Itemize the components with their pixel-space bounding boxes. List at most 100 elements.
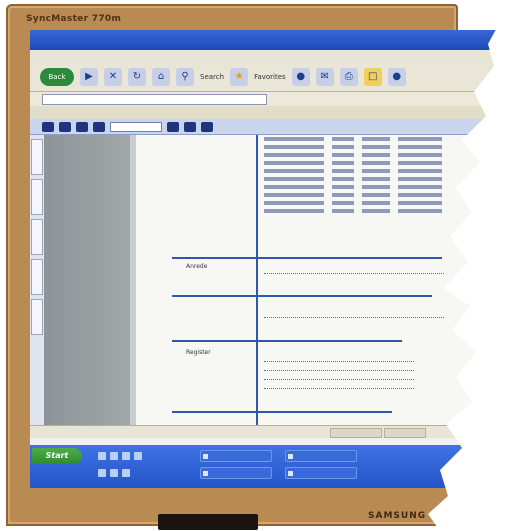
document-content: Anrede Register [136, 135, 500, 425]
section-label: Anrede [186, 263, 208, 270]
cell-text-placeholder [332, 209, 354, 213]
quicklaunch-icon[interactable] [110, 469, 118, 477]
quicklaunch-icon[interactable] [122, 469, 130, 477]
cell-text-placeholder [398, 169, 442, 173]
table-cell [328, 167, 358, 175]
section-label: Register [186, 349, 211, 356]
table-row[interactable] [260, 167, 446, 175]
table-cell [328, 191, 358, 199]
table-cell [394, 183, 446, 191]
quicklaunch-icon[interactable] [122, 452, 130, 460]
table-row[interactable] [260, 151, 446, 159]
table-cell [394, 159, 446, 167]
bezel-control-panel [158, 514, 258, 530]
address-input[interactable] [42, 93, 267, 105]
home-icon[interactable]: ⌂ [152, 67, 170, 86]
field-block [264, 349, 464, 403]
side-tab[interactable] [31, 139, 43, 175]
messenger-icon[interactable]: ● [387, 67, 406, 86]
monitor-brand: SyncMaster 770m [26, 14, 122, 24]
app-toolbar-button[interactable] [76, 121, 88, 132]
app-toolbar-button[interactable] [184, 121, 196, 132]
table-cell [260, 191, 328, 199]
table-cell [328, 207, 358, 215]
table-cell [358, 143, 394, 151]
table-cell [328, 183, 358, 191]
table-cell [260, 135, 328, 143]
side-tab[interactable] [31, 259, 43, 295]
index-table [260, 135, 446, 215]
quicklaunch-icon[interactable] [98, 452, 106, 460]
cell-text-placeholder [362, 169, 390, 173]
table-cell [260, 183, 328, 191]
cell-text-placeholder [398, 209, 442, 213]
search-label[interactable]: Search [200, 73, 224, 81]
favorites-label[interactable]: Favorites [254, 73, 286, 81]
app-toolbar-button[interactable] [167, 121, 179, 132]
quicklaunch-icon[interactable] [98, 469, 106, 477]
cell-text-placeholder [362, 209, 390, 213]
forward-icon[interactable]: ▶ [80, 67, 98, 86]
table-cell [260, 159, 328, 167]
side-tab[interactable] [31, 179, 43, 215]
zoom-select[interactable] [110, 121, 162, 132]
table-row[interactable] [260, 183, 446, 191]
back-button[interactable]: Back [40, 67, 74, 86]
cell-text-placeholder [264, 169, 324, 173]
app-toolbar-button[interactable] [201, 121, 213, 132]
table-cell [394, 191, 446, 199]
quicklaunch-icon[interactable] [134, 452, 142, 460]
cell-text-placeholder [362, 201, 390, 205]
address-bar [30, 92, 500, 106]
side-tabs [30, 135, 45, 425]
links-bar [30, 106, 500, 119]
folder-icon[interactable]: □ [363, 67, 382, 86]
cell-text-placeholder [264, 137, 324, 141]
start-button[interactable]: Start [32, 448, 82, 464]
print-icon[interactable]: ⎙ [339, 67, 358, 86]
table-row[interactable] [260, 207, 446, 215]
window-titlebar [30, 30, 500, 50]
table-cell [328, 175, 358, 183]
cell-text-placeholder [332, 137, 354, 141]
stop-icon[interactable]: ✕ [104, 67, 122, 86]
cell-text-placeholder [332, 201, 354, 205]
refresh-icon[interactable]: ↻ [128, 67, 146, 86]
favorites-icon[interactable]: ★ [230, 67, 249, 86]
taskbar-button[interactable] [200, 467, 272, 479]
taskbar-button[interactable] [200, 450, 272, 462]
table-row[interactable] [260, 175, 446, 183]
table-cell [328, 143, 358, 151]
app-toolbar-button[interactable] [59, 121, 71, 132]
cell-text-placeholder [264, 145, 324, 149]
table-row[interactable] [260, 135, 446, 143]
cell-text-placeholder [264, 209, 324, 213]
cell-text-placeholder [332, 193, 354, 197]
table-row[interactable] [260, 143, 446, 151]
status-field [330, 428, 382, 438]
cell-text-placeholder [398, 177, 442, 181]
table-row[interactable] [260, 199, 446, 207]
table-cell [394, 175, 446, 183]
table-cell [394, 151, 446, 159]
search-icon[interactable]: ⚲ [176, 67, 194, 86]
taskbar-button[interactable] [285, 467, 357, 479]
quicklaunch-icon[interactable] [110, 452, 118, 460]
navigation-panel[interactable] [44, 135, 137, 425]
side-tab[interactable] [31, 219, 43, 255]
table-row[interactable] [260, 191, 446, 199]
side-tab[interactable] [31, 299, 43, 335]
cell-text-placeholder [332, 169, 354, 173]
media-icon[interactable]: ● [291, 67, 310, 86]
mail-icon[interactable]: ✉ [315, 67, 334, 86]
taskbar-button[interactable] [285, 450, 357, 462]
table-cell [358, 151, 394, 159]
table-row[interactable] [260, 159, 446, 167]
table-cell [328, 151, 358, 159]
app-toolbar-button[interactable] [42, 121, 54, 132]
divider [172, 340, 402, 342]
app-toolbar-button[interactable] [93, 121, 105, 132]
cell-text-placeholder [264, 161, 324, 165]
divider [172, 411, 392, 413]
cell-text-placeholder [332, 161, 354, 165]
